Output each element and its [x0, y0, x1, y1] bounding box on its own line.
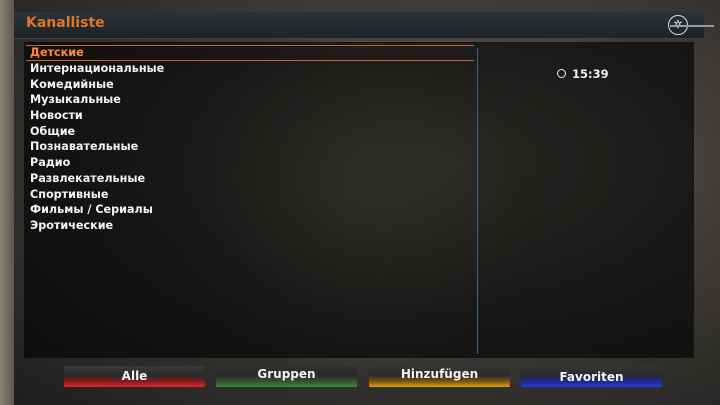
group-item[interactable]: Познавательные	[26, 139, 474, 155]
group-item[interactable]: Комедийные	[26, 77, 474, 93]
group-item[interactable]: Радио	[26, 155, 474, 171]
red-button-all[interactable]: Alle	[64, 366, 205, 387]
group-item[interactable]: Фильмы / Сериалы	[26, 202, 474, 218]
blue-button-favorites[interactable]: Favoriten	[521, 366, 662, 387]
group-item[interactable]: Музыкальные	[26, 92, 474, 108]
group-item[interactable]: Интернациональные	[26, 61, 474, 77]
group-item[interactable]: Детские	[26, 45, 474, 61]
group-item[interactable]: Развлекательные	[26, 171, 474, 187]
clock-icon	[557, 69, 566, 78]
background-edge	[0, 0, 14, 405]
group-item[interactable]: Эротические	[26, 218, 474, 234]
clock: 15:39	[557, 67, 609, 81]
window-title: Kanalliste	[26, 15, 105, 31]
title-bar: Kanalliste ✲	[14, 12, 704, 39]
green-button-groups[interactable]: Gruppen	[216, 366, 357, 387]
color-button-bar: Alle Gruppen Hinzufügen Favoriten	[64, 366, 664, 388]
group-item[interactable]: Новости	[26, 108, 474, 124]
panel-divider	[477, 48, 478, 354]
brand-logo-caption	[670, 25, 714, 27]
yellow-button-add[interactable]: Hinzufügen	[369, 366, 510, 387]
group-list: Детские Интернациональные Комедийные Муз…	[26, 45, 474, 234]
group-item[interactable]: Общие	[26, 124, 474, 140]
clock-time: 15:39	[572, 67, 609, 81]
group-item[interactable]: Спортивные	[26, 187, 474, 203]
